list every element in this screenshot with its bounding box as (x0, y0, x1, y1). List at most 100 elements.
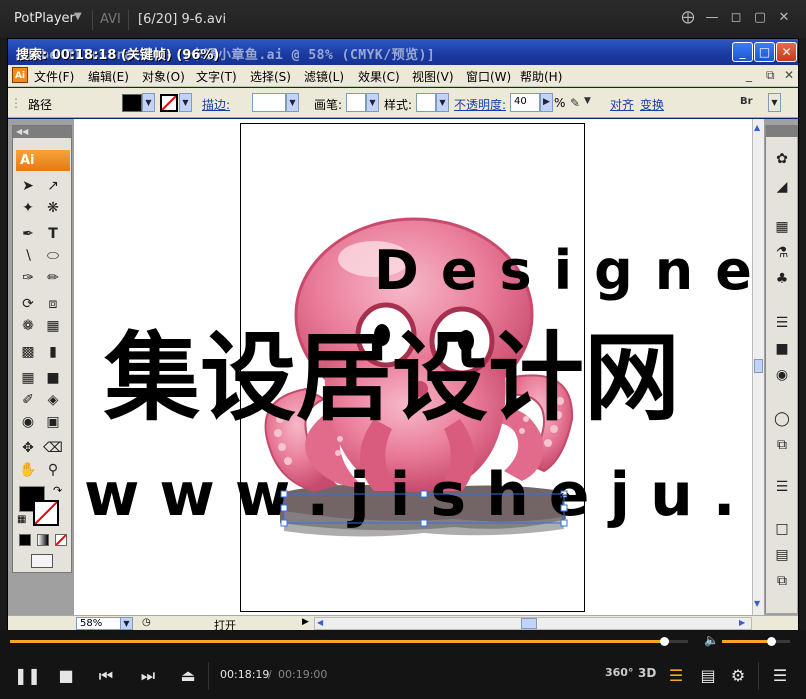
gradient-panel-icon[interactable]: ■ (772, 339, 792, 359)
recolor-dropdown-icon[interactable]: ▼ (584, 96, 591, 106)
chapters-icon[interactable]: ▤ (696, 666, 720, 685)
lasso-tool-icon[interactable]: ❋ (43, 198, 63, 218)
scroll-up-icon[interactable]: ▲ (754, 123, 760, 132)
minimize-icon[interactable]: — (704, 10, 720, 25)
transform-link[interactable]: 变换 (640, 96, 664, 113)
seek-handle[interactable] (659, 637, 669, 646)
pause-icon[interactable]: ❚❚ (14, 666, 41, 685)
main-menu-icon[interactable]: ☰ (768, 666, 792, 685)
live-paint-bucket-tool-icon[interactable]: ◉ (18, 412, 38, 432)
eyedropper-tool-icon[interactable]: ✐ (18, 390, 38, 410)
doc-close-icon[interactable]: ✕ (784, 68, 794, 82)
eject-icon[interactable]: ⏏ (176, 666, 200, 685)
recolor-icon[interactable]: ✎ (570, 96, 580, 110)
transform-panel-icon[interactable]: □ (772, 519, 792, 539)
player-brand[interactable]: PotPlayer (14, 11, 75, 26)
style-dropdown[interactable]: ▼ (436, 93, 449, 112)
close-icon[interactable]: ✕ (776, 10, 792, 25)
swatches-panel-icon[interactable]: ▦ (772, 217, 792, 237)
graphic-styles-panel-icon[interactable]: ⧉ (772, 435, 792, 455)
vr-360-button[interactable]: 360° (605, 666, 633, 679)
pin-icon[interactable]: ⨁ (680, 10, 696, 25)
menu-help[interactable]: 帮助(H) (520, 68, 562, 85)
stop-icon[interactable]: ■ (54, 666, 78, 685)
gradient-tool-icon[interactable]: ■ (43, 368, 63, 388)
symbol-sprayer-tool-icon[interactable]: ▩ (18, 342, 38, 362)
appearance-panel-icon[interactable]: ◯ (772, 409, 792, 429)
stroke-weight-field[interactable] (252, 93, 286, 112)
default-fill-stroke-icon[interactable]: ▦ (17, 514, 26, 525)
menu-filter[interactable]: 滤镜(L) (304, 68, 344, 85)
brush-field[interactable] (346, 93, 366, 112)
volume-handle[interactable] (766, 637, 776, 646)
stroke-dropdown[interactable]: ▼ (179, 93, 192, 112)
zoom-dropdown[interactable]: ▼ (120, 617, 133, 630)
column-graph-tool-icon[interactable]: ▮ (43, 342, 63, 362)
stroke-weight-dropdown[interactable]: ▼ (286, 93, 299, 112)
app-icon[interactable]: Ai (12, 67, 28, 83)
brushes-panel-icon[interactable]: ⚗ (772, 243, 792, 263)
panel-menu-dropdown[interactable]: ▼ (768, 93, 781, 112)
scale-tool-icon[interactable]: ⧈ (43, 294, 63, 314)
fill-dropdown[interactable]: ▼ (142, 93, 155, 112)
type-tool-icon[interactable]: T (43, 224, 63, 244)
transparency-panel-icon[interactable]: ◉ (772, 365, 792, 385)
menu-type[interactable]: 文字(T) (196, 68, 237, 85)
stroke-color-box[interactable] (33, 500, 59, 526)
direct-selection-tool-icon[interactable]: ↗ (43, 176, 63, 196)
dock-header[interactable] (766, 125, 798, 137)
opacity-arrow-button[interactable]: ▶ (540, 93, 553, 112)
menu-effect[interactable]: 效果(C) (358, 68, 400, 85)
chevron-down-icon[interactable]: ▼ (74, 11, 82, 22)
mesh-tool-icon[interactable]: ▦ (18, 368, 38, 388)
style-field[interactable] (416, 93, 436, 112)
stroke-swatch[interactable] (160, 94, 178, 112)
paintbrush-tool-icon[interactable]: ✑ (18, 268, 38, 288)
stereo-3d-button[interactable]: 3D (638, 666, 656, 680)
gradient-mode-icon[interactable] (37, 534, 49, 546)
symbols-panel-icon[interactable]: ♣ (772, 269, 792, 289)
ellipse-tool-icon[interactable]: ⬭ (43, 246, 63, 266)
window-minimize-button[interactable]: _ (732, 42, 753, 62)
window-maximize-button[interactable]: □ (754, 42, 775, 62)
menu-object[interactable]: 对象(O) (142, 68, 185, 85)
eraser-tool-icon[interactable]: ⌫ (43, 438, 63, 458)
opacity-label[interactable]: 不透明度: (454, 96, 506, 113)
layers-panel-icon[interactable]: ☰ (772, 477, 792, 497)
menu-edit[interactable]: 编辑(E) (88, 68, 129, 85)
settings-gear-icon[interactable]: ⚙ (726, 666, 750, 685)
doc-restore-icon[interactable]: ⧉ (766, 68, 775, 83)
magic-wand-tool-icon[interactable]: ✦ (18, 198, 38, 218)
hscroll-thumb[interactable] (521, 618, 537, 629)
tools-panel-header[interactable]: ◀◀ (13, 126, 71, 138)
screen-mode-icon[interactable] (31, 554, 53, 568)
menu-window[interactable]: 窗口(W) (466, 68, 511, 85)
none-mode-icon[interactable] (55, 534, 67, 546)
maximize-icon[interactable]: ◻ (728, 10, 744, 25)
live-paint-selection-tool-icon[interactable]: ▣ (43, 412, 63, 432)
menu-file[interactable]: 文件(F) (34, 68, 74, 85)
horizontal-scrollbar[interactable]: ◀ ▶ (314, 617, 752, 630)
status-menu-arrow-icon[interactable]: ▶ (302, 617, 309, 627)
scroll-thumb[interactable] (754, 359, 763, 373)
zoom-tool-icon[interactable]: ⚲ (43, 460, 63, 480)
octopus-artwork[interactable]: 集设居设计网 Designer www.jisheju.com ↔ (74, 119, 754, 615)
scroll-right-icon[interactable]: ▶ (739, 618, 745, 627)
volume-icon[interactable]: 🔈 (704, 633, 719, 647)
warp-tool-icon[interactable]: ❁ (18, 316, 38, 336)
opacity-input[interactable]: 40 (510, 93, 540, 112)
playlist-search-icon[interactable]: ☰ (664, 666, 688, 685)
volume-track[interactable] (722, 637, 790, 646)
scroll-left-icon[interactable]: ◀ (317, 618, 323, 627)
seek-bar[interactable]: 🔈 (0, 630, 806, 652)
scroll-down-icon[interactable]: ▼ (754, 599, 760, 608)
vertical-scrollbar[interactable]: ▲ ▼ (752, 119, 764, 615)
rotate-tool-icon[interactable]: ⟳ (18, 294, 38, 314)
color-panel-icon[interactable]: ✿ (772, 149, 792, 169)
stroke-label[interactable]: 描边: (202, 96, 230, 113)
color-mode-icon[interactable] (19, 534, 31, 546)
canvas[interactable]: 集设居设计网 Designer www.jisheju.com ↔ (74, 119, 754, 615)
window-close-button[interactable]: ✕ (776, 42, 797, 62)
seek-track[interactable] (10, 637, 688, 646)
tab-file[interactable]: [6/20] 9-6.avi (138, 12, 226, 27)
